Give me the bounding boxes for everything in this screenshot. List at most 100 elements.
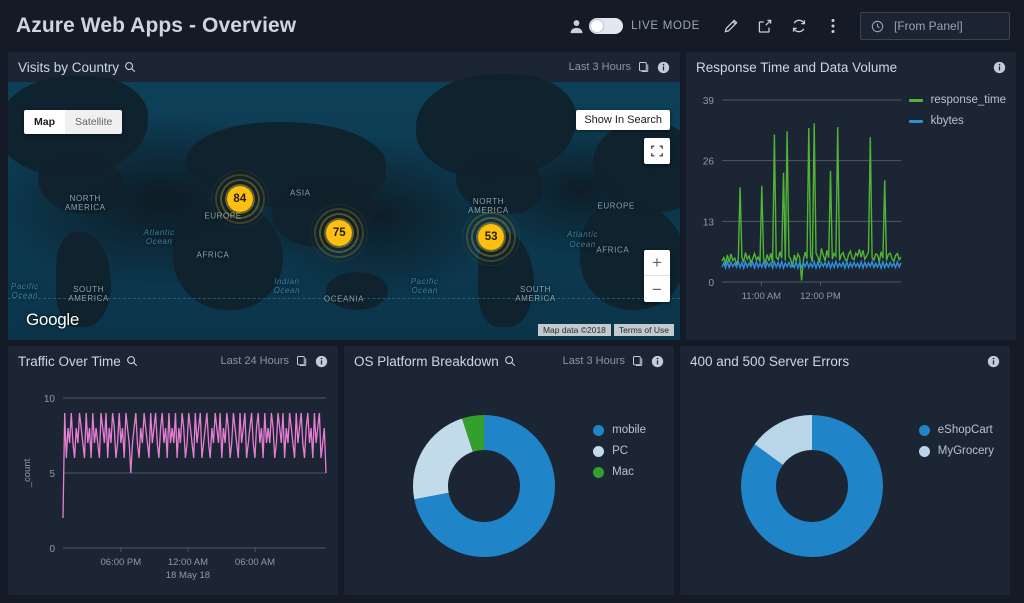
legend-swatch [919,446,930,457]
map-marker[interactable]: 53 [462,208,520,266]
legend-os-platform: mobile PC Mac [593,424,646,478]
svg-text:06:00 PM: 06:00 PM [101,557,142,568]
svg-text:11:00 AM: 11:00 AM [742,291,782,302]
panel-header-traffic-over-time: Traffic Over Time Last 24 Hours [8,346,338,376]
legend-swatch [919,425,930,436]
legend-label: PC [612,445,628,457]
panel-server-errors: 400 and 500 Server Errors eShopCart MyGro… [680,346,1010,595]
panel-header-actions: Last 24 Hours [221,355,328,368]
svg-text:12:00 AM: 12:00 AM [168,557,208,568]
info-icon[interactable] [657,61,670,74]
panel-title-response-time: Response Time and Data Volume [696,60,897,75]
panel-title-visits-by-country: Visits by Country [18,60,119,75]
zoom-out-button[interactable]: − [644,276,670,302]
panel-header-server-errors: 400 and 500 Server Errors [680,346,1010,376]
map-type-satellite-button[interactable]: Satellite [65,110,122,134]
svg-text:0: 0 [708,278,714,289]
terms-of-use-link[interactable]: Terms of Use [614,324,674,336]
panel-visits-by-country: Visits by Country Last 3 Hours [8,52,680,340]
landmass-shape [326,272,388,310]
legend-item[interactable]: Mac [593,466,646,478]
svg-text:39: 39 [703,96,715,107]
legend-item[interactable]: PC [593,445,646,457]
legend-swatch [593,446,604,457]
panel-title-os-platform: OS Platform Breakdown [354,354,499,369]
svg-text:06:00 AM: 06:00 AM [235,557,275,568]
map-type-map-button[interactable]: Map [24,110,65,134]
info-icon[interactable] [651,355,664,368]
panel-header-actions [993,61,1006,74]
panel-title-server-errors: 400 and 500 Server Errors [690,354,849,369]
dashboard-row-2: Traffic Over Time Last 24 Hours 0 5 10 _cou… [0,346,1024,601]
info-icon[interactable] [315,355,328,368]
panel-header-actions: Last 3 Hours [569,61,670,74]
panel-title-traffic-over-time: Traffic Over Time [18,354,121,369]
legend-item[interactable]: eShopCart [919,424,994,436]
map-marker[interactable]: 75 [310,204,368,262]
google-logo: Google [26,310,79,330]
share-icon[interactable] [748,11,782,41]
live-mode-toggle[interactable] [589,18,623,34]
os-platform-donut-chart [344,378,674,593]
clock-icon [871,20,884,33]
kebab-menu-icon[interactable] [816,11,850,41]
copy-icon[interactable] [638,61,650,73]
chart-os-platform: mobile PC Mac [344,376,674,595]
legend-item[interactable]: kbytes [909,115,1006,127]
user-icon[interactable] [563,11,589,41]
svg-text:26: 26 [703,157,715,168]
live-mode-label: LIVE MODE [631,20,700,32]
time-picker-value: [From Panel] [894,19,963,33]
panel-header-actions [987,355,1000,368]
legend-label: mobile [612,424,646,436]
top-toolbar: Azure Web Apps - Overview LIVE MODE [0,0,1024,52]
copy-icon[interactable] [632,355,644,367]
pencil-icon[interactable] [714,11,748,41]
info-icon[interactable] [993,61,1006,74]
svg-text:12:00 PM: 12:00 PM [800,291,841,302]
svg-text:18 May 18: 18 May 18 [166,570,210,581]
map-type-switcher[interactable]: Map Satellite [24,110,122,134]
legend-swatch [593,425,604,436]
legend-label: MyGrocery [938,445,994,457]
svg-text:10: 10 [44,394,56,405]
legend-response-time: response_timekbytes [909,94,1006,127]
svg-text:0: 0 [49,544,55,555]
server-errors-donut-chart [680,378,1010,593]
panel-period-label: Last 24 Hours [221,355,289,367]
search-icon[interactable] [126,355,138,367]
dashboard-grid: Visits by Country Last 3 Hours [0,52,1024,601]
legend-label: Mac [612,466,634,478]
legend-swatch [909,120,923,123]
toolbar-actions: LIVE MODE [From Panel] [563,11,1010,41]
map-zoom-controls[interactable]: + − [644,250,670,302]
traffic-line-chart: 0 5 10 _count 06:00 PM 12:00 AM 06:00 AM 18 May… [8,376,338,591]
search-icon[interactable] [124,61,136,73]
map-marker[interactable]: 84 [211,170,269,228]
panel-period-label: Last 3 Hours [569,61,631,73]
svg-text:_count: _count [22,458,33,488]
map-attribution: Map data ©2018 Terms of Use [538,324,674,336]
svg-text:5: 5 [49,469,55,480]
info-icon[interactable] [987,355,1000,368]
show-in-search-button[interactable]: Show In Search [576,110,670,130]
donut-slice[interactable] [413,418,473,499]
legend-label: kbytes [931,115,964,127]
legend-label: response_time [931,94,1006,106]
world-map[interactable]: NORTHAMERICASOUTHAMERICAEUROPEAFRICAASIA… [8,82,680,340]
zoom-in-button[interactable]: + [644,250,670,276]
equator-line [8,298,680,299]
panel-header-response-time: Response Time and Data Volume [686,52,1016,82]
legend-item[interactable]: MyGrocery [919,445,994,457]
search-icon[interactable] [504,355,516,367]
legend-item[interactable]: response_time [909,94,1006,106]
copy-icon[interactable] [296,355,308,367]
chart-server-errors: eShopCart MyGrocery [680,376,1010,595]
fullscreen-icon[interactable] [644,138,670,164]
refresh-icon[interactable] [782,11,816,41]
svg-text:13: 13 [703,217,715,228]
panel-response-time: Response Time and Data Volume 0 13 26 39 11:… [686,52,1016,340]
legend-swatch [593,467,604,478]
legend-item[interactable]: mobile [593,424,646,436]
time-picker[interactable]: [From Panel] [860,12,1010,40]
